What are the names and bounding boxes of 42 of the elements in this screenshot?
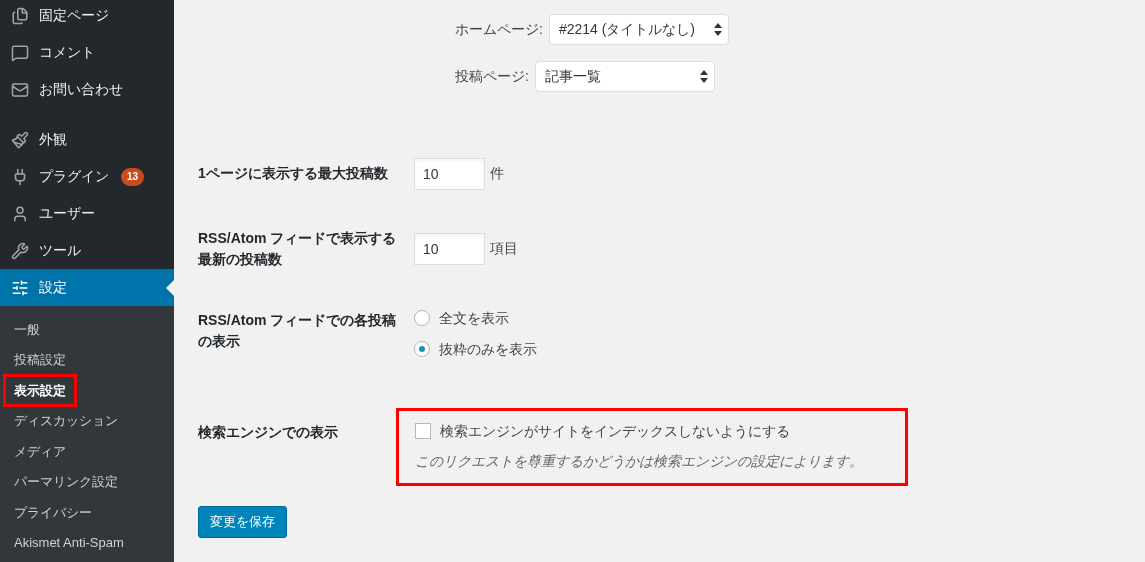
submenu-item[interactable]: Akismet Anti-Spam [3,526,135,560]
dropdown[interactable]: #2214 (タイトルなし) [548,14,729,45]
count-badge: 13 [121,167,145,186]
setting-label: 検索エンジンでの表示 [197,423,339,442]
select-label: ホームページ: [455,20,543,39]
unit-label: 項目 [490,239,518,258]
menu-item[interactable]: 外観 [0,121,174,158]
envelope-icon [11,80,29,99]
wrench-icon [11,241,29,260]
description-text: このリクエストを尊重するかどうかは検索エンジンの設定によります。 [415,452,864,471]
submenu-item[interactable]: 表示設定 [3,373,77,407]
number-field[interactable]: 10 [414,232,485,265]
setting-label: RSS/Atom フィードで表示する最新の投稿数 [197,228,398,269]
updown-arrows-icon [699,70,708,83]
save-button[interactable]: 変更を保存 [198,506,287,538]
menu-item[interactable]: ユーザー [0,195,174,232]
menu-item[interactable]: プラグイン 13 [0,158,174,195]
menu-item[interactable]: ツール [0,232,174,269]
radio-button[interactable] [414,341,430,357]
number-field[interactable]: 10 [414,157,485,190]
radio-label: 全文を表示 [439,308,509,328]
radio-label: 抜粋のみを表示 [439,339,537,359]
pages-icon [11,6,29,25]
unit-label: 件 [490,164,504,183]
speech-bubble-icon [11,43,29,62]
setting-label: RSS/Atom フィードでの各投稿の表示 [197,311,398,351]
menu-item[interactable]: 固定ページ [0,0,174,34]
setting-label: 1ページに表示する最大投稿数 [197,164,389,183]
checkbox-label: 検索エンジンがサイトをインデックスしないようにする [440,421,790,441]
dropdown[interactable]: 記事一覧 [534,61,715,92]
menu-item[interactable]: 設定 [0,269,174,306]
checkbox[interactable] [415,423,431,439]
submenu-item[interactable]: 一般 [3,312,51,346]
person-icon [11,204,29,223]
menu-item[interactable]: コメント [0,34,174,71]
menu-item[interactable]: お問い合わせ [0,71,174,108]
radio-button[interactable] [414,310,430,326]
select-label: 投稿ページ: [455,67,529,86]
brush-icon [11,130,29,149]
pointer-notch [166,280,174,296]
sliders-icon [11,278,29,297]
updown-arrows-icon [713,23,722,36]
